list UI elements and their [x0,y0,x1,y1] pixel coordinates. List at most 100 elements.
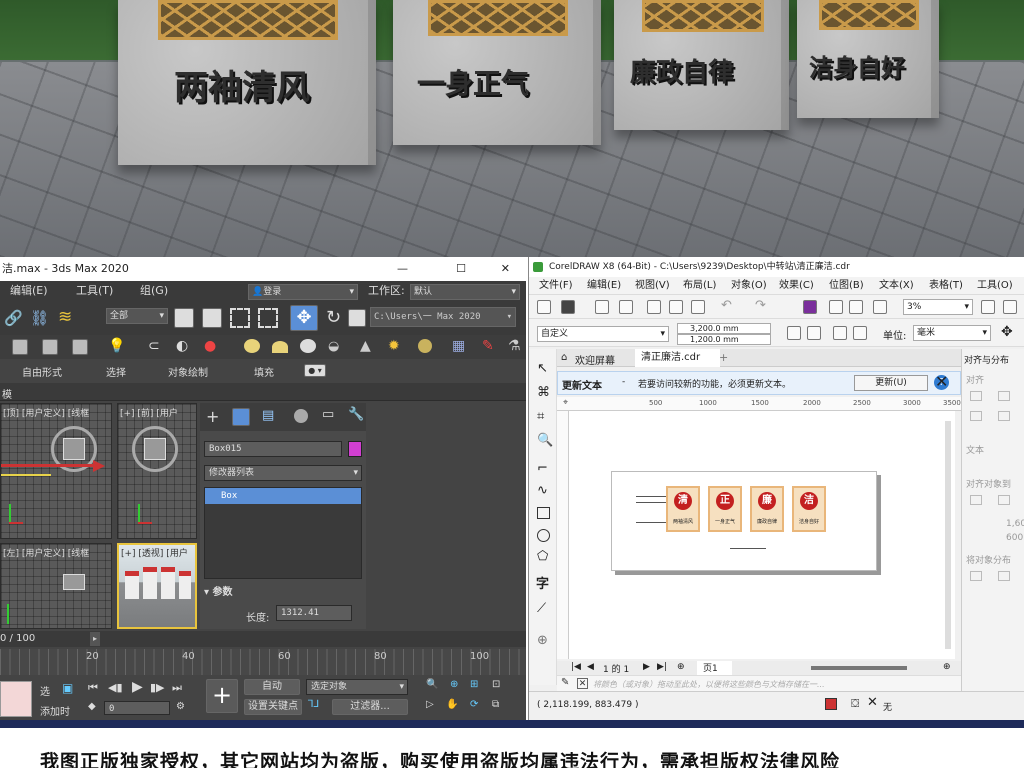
schematic-view-icon[interactable] [12,339,28,355]
key-filters-button[interactable]: 过滤器... [332,699,408,715]
brush-icon[interactable]: ✎ [482,338,494,354]
tab-populate[interactable]: 填充 [254,364,274,379]
display-tab-icon[interactable]: ▭ [322,407,334,422]
zoom-icon[interactable]: 🔍 [426,679,438,690]
close-button[interactable]: ✕ [501,257,510,281]
rectangle-tool-icon[interactable] [537,507,550,519]
menu-bitmaps[interactable]: 位图(B) [829,277,864,295]
pick-tool-icon[interactable]: ↖ [537,361,548,376]
horizontal-ruler[interactable]: ⌖ 500 1000 1500 2000 2500 3000 3500 [557,397,961,411]
time-config-icon[interactable]: ⚙ [176,701,185,712]
params-rollout[interactable]: ▾ 参数 [204,583,362,603]
drawing-canvas[interactable]: 清 两袖清风 正 一身正气 廉 廉政自律 洁 洁身自好 [569,411,955,659]
horizontal-scrollbar[interactable] [811,666,907,670]
fov-icon[interactable]: ▷ [426,699,434,710]
paste-icon[interactable] [691,300,705,314]
update-button[interactable]: 更新(U) [854,375,928,391]
workspace-dropdown[interactable]: 默认 ▾ [410,284,520,300]
redo-icon[interactable]: ↷ [755,298,766,313]
rect-selection-icon[interactable] [230,308,250,328]
minimize-button[interactable]: — [397,257,408,281]
ruler-origin-icon[interactable]: ⌖ [563,398,568,408]
print-icon[interactable] [619,300,633,314]
modifier-list-dropdown[interactable]: 修改器列表 ▾ [204,465,362,481]
select-by-name-icon[interactable] [202,308,222,328]
nudge-icon[interactable]: ✥ [1001,324,1013,340]
ellipse-tool-icon[interactable] [537,529,550,542]
viewport-top[interactable]: [顶] [用户定义] [线框 [0,403,112,539]
menu-group[interactable]: 组(G) [140,281,168,301]
material-editor-icon[interactable] [42,339,58,355]
shape-tool-icon[interactable]: ⌘ [537,385,550,400]
goto-start-icon[interactable]: ⏮ [88,681,98,695]
auto-key-button[interactable]: 自动 [244,679,300,695]
maximize-viewport-icon[interactable]: ⧉ [492,699,499,710]
cut-icon[interactable] [647,300,661,314]
modify-tab-icon[interactable] [232,408,250,426]
geosphere-icon[interactable] [300,339,316,353]
add-tool-icon[interactable]: ⊕ [537,633,548,648]
key-tangent-icon[interactable]: ⅂⅃ [308,699,319,710]
maxscript-listener[interactable] [0,681,32,717]
render-setup-icon[interactable] [72,339,88,355]
play-icon[interactable]: ▶ [132,679,143,695]
full-screen-icon[interactable] [981,300,995,314]
torus-icon[interactable] [418,339,432,353]
unit-dropdown[interactable]: 毫米 ▾ [913,325,991,341]
open-icon[interactable] [561,300,575,314]
pan-icon[interactable]: ✋ [446,699,458,710]
sphere-icon[interactable] [244,339,260,353]
dimension-tool-icon[interactable]: ⟋ [537,601,546,616]
show-rulers-icon[interactable] [1003,300,1017,314]
menu-effects[interactable]: 效果(C) [779,277,814,295]
vertical-ruler[interactable] [557,411,569,659]
key-mode-icon[interactable]: ◆ [88,701,96,712]
page-width-field[interactable]: 3,200.0 mm [677,323,771,334]
cone-icon[interactable]: ▲ [360,338,371,354]
freehand-tool-icon[interactable]: ⌐ [537,461,548,476]
menu-text[interactable]: 文本(X) [879,277,914,295]
grid-icon[interactable]: ▦ [452,338,465,354]
bind-spacewarp-icon[interactable]: ≋ [58,307,72,327]
page-tab[interactable]: 页1 [697,661,732,675]
portrait-icon[interactable] [787,326,801,340]
object-name-field[interactable]: Box015 [204,441,342,457]
home-icon[interactable]: ⌂ [561,352,567,363]
zoom-tool-icon[interactable]: 🔍 [537,433,553,448]
fill-bucket-icon[interactable]: ⛋ [851,697,859,711]
selection-filter-dropdown[interactable]: 全部 ▾ [106,308,168,324]
menu-table[interactable]: 表格(T) [929,277,963,295]
project-path-dropdown[interactable]: C:\Users\一 Max 2020 ▾ [370,307,516,327]
text-tool-icon[interactable]: 字 [536,573,549,592]
object-color-swatch[interactable] [348,441,362,457]
next-frame-icon[interactable]: ▮▶ [150,681,165,694]
motion-tab-icon[interactable] [294,409,308,423]
current-page-icon[interactable] [853,326,867,340]
prev-frame-icon[interactable]: ◀▮ [108,681,123,694]
window-crossing-icon[interactable] [258,308,278,328]
current-frame-field[interactable]: 0 [104,701,170,715]
page-height-field[interactable]: 1,200.0 mm [677,334,771,345]
teapot-icon[interactable]: ● [204,338,216,354]
distribute-center-icon[interactable] [998,571,1010,581]
selection-lock-icon[interactable]: ▣ [62,681,73,695]
landscape-icon[interactable] [807,326,821,340]
add-page-icon[interactable]: ⊕ [677,662,685,672]
hierarchy-tab-icon[interactable]: ▤ [262,408,274,423]
menu-view[interactable]: 视图(V) [635,277,670,295]
move-icon[interactable]: ✥ [290,305,318,331]
rotate-icon[interactable]: ↻ [326,307,341,328]
menu-tools[interactable]: 工具(T) [76,281,113,301]
viewport-front[interactable]: [+] [前] [用户 [117,403,197,539]
import-icon[interactable] [829,300,843,314]
menu-file[interactable]: 文件(F) [539,277,573,295]
tab-document[interactable]: 清正廉洁.cdr [635,349,721,367]
menu-edit[interactable]: 编辑(E) [587,277,621,295]
zoom-icon[interactable]: ⊕ [943,662,951,672]
page-size-dropdown[interactable]: 自定义 ▾ [537,326,669,342]
next-frame-button[interactable]: ▸ [90,632,100,646]
close-icon[interactable]: ✕ [935,372,948,391]
artistic-media-icon[interactable]: ∿ [537,483,548,498]
tab-welcome[interactable]: 欢迎屏幕 [575,352,615,367]
time-slider[interactable]: 0 / 100 ▸ [0,631,526,647]
